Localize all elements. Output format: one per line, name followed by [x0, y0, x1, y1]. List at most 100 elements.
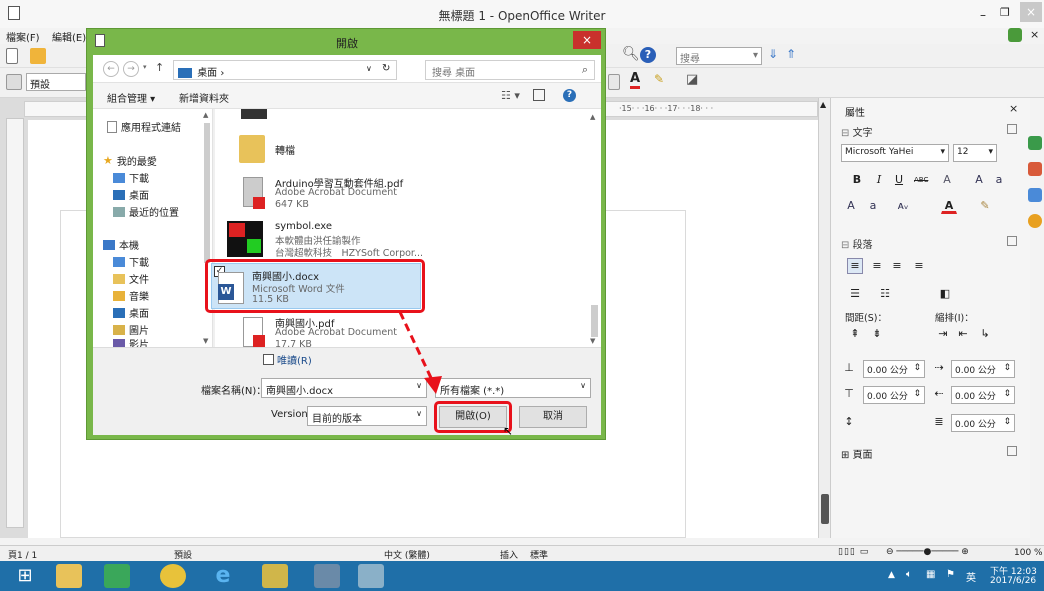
nav-scroll-thumb[interactable]: [204, 123, 210, 263]
above-spacing-input[interactable]: 0.00 公分 ⇕: [863, 360, 925, 378]
list-scroll-up-icon[interactable]: ▲: [590, 113, 595, 121]
selection-mode-indicator[interactable]: 標準: [530, 548, 548, 561]
nav-item-documents[interactable]: 文件: [113, 271, 149, 286]
subscript-icon[interactable]: a: [865, 198, 881, 214]
nav-item-recent[interactable]: 最近的位置: [113, 204, 179, 219]
nav-item-pc-desktop[interactable]: 桌面: [113, 305, 149, 320]
up-icon[interactable]: ↑: [155, 61, 164, 74]
forward-icon[interactable]: →: [123, 61, 139, 77]
bullets-icon[interactable]: ☰: [847, 286, 863, 302]
network-icon[interactable]: ▦: [926, 569, 935, 580]
navigator-deck-icon[interactable]: [1028, 214, 1042, 228]
strikethrough-icon[interactable]: ABC: [913, 172, 929, 188]
font-size-select[interactable]: 12 ▾: [953, 144, 997, 162]
line-spacing-icon[interactable]: ↕: [841, 414, 857, 430]
scroll-up-icon[interactable]: ▲: [820, 100, 826, 109]
dialog-title-bar[interactable]: 開啟 ×: [87, 29, 607, 53]
vertical-ruler[interactable]: [6, 118, 24, 528]
superscript-icon[interactable]: A: [843, 198, 859, 214]
open-folder-icon[interactable]: [30, 48, 46, 64]
file-explorer-icon[interactable]: [56, 564, 82, 588]
preview-pane-icon[interactable]: [533, 89, 545, 101]
dialog-help-icon[interactable]: ?: [563, 89, 576, 102]
highlight-sidebar-icon[interactable]: ✎: [977, 198, 993, 214]
first-line-input[interactable]: 0.00 公分 ⇕: [951, 414, 1015, 432]
find-input[interactable]: 搜尋 ▾: [676, 47, 762, 65]
highlight-icon[interactable]: ✎: [654, 72, 664, 86]
nav-item-app-links[interactable]: 應用程式連結: [107, 119, 181, 134]
nav-item-music[interactable]: 音樂: [113, 288, 149, 303]
below-spacing-input[interactable]: 0.00 公分 ⇕: [863, 386, 925, 404]
list-scroll-down-icon[interactable]: ▼: [590, 337, 595, 345]
show-hidden-icons[interactable]: ▲: [888, 570, 895, 580]
openoffice-taskbar-icon[interactable]: [358, 564, 384, 588]
refresh-icon[interactable]: ↻: [382, 63, 390, 74]
close-window-icon[interactable]: ×: [1020, 2, 1042, 22]
zoom-level[interactable]: 100 %: [1014, 548, 1043, 558]
more-paragraph-icon[interactable]: [1007, 236, 1017, 246]
document-scrollbar[interactable]: ▲: [818, 98, 830, 538]
grow-font-icon[interactable]: A: [971, 172, 987, 188]
paragraph-style-select[interactable]: 預設: [26, 73, 86, 91]
restore-icon[interactable]: ❐: [1000, 6, 1010, 19]
help-icon[interactable]: ?: [640, 47, 656, 63]
hanging-indent-icon[interactable]: ↳: [977, 326, 993, 342]
align-icon[interactable]: [608, 74, 620, 90]
paragraph-bg-icon[interactable]: ◧: [937, 286, 953, 302]
nav-item-downloads[interactable]: 下載: [113, 170, 149, 185]
list-scroll-thumb[interactable]: [591, 305, 598, 337]
align-right-icon[interactable]: ≡: [889, 258, 905, 274]
indent-before-input[interactable]: 0.00 公分 ⇕: [951, 360, 1015, 378]
align-left-icon[interactable]: ≡: [847, 258, 863, 274]
indent-increase-icon[interactable]: ⇥: [935, 326, 951, 342]
shrink-font-icon[interactable]: a: [991, 172, 1007, 188]
minimize-icon[interactable]: –: [980, 8, 986, 22]
spacing-icon[interactable]: ᴀᵥ: [895, 198, 911, 214]
section-paragraph-header[interactable]: 段落: [841, 236, 873, 251]
app-grid-icon[interactable]: [262, 564, 288, 588]
align-justify-icon[interactable]: ≡: [911, 258, 927, 274]
view-options-icon[interactable]: ☷ ▾: [501, 89, 520, 102]
numbering-icon[interactable]: ☷: [877, 286, 893, 302]
new-document-icon[interactable]: [6, 48, 18, 64]
styles-icon[interactable]: [6, 74, 22, 90]
section-page-header[interactable]: ⊞ 頁面: [841, 446, 873, 461]
cancel-button[interactable]: 取消: [519, 406, 587, 428]
gallery-deck-icon[interactable]: [1028, 188, 1042, 202]
find-icon[interactable]: 🔍︎: [622, 46, 640, 62]
find-next-icon[interactable]: ⇓: [768, 47, 778, 61]
version-dropdown-icon[interactable]: ∨: [416, 409, 422, 418]
language-indicator[interactable]: 中文 (繁體): [384, 548, 430, 561]
dialog-close-button[interactable]: ×: [573, 31, 601, 49]
organize-button[interactable]: 組合管理 ▾: [107, 90, 155, 105]
close-sidebar-icon[interactable]: ×: [1009, 102, 1018, 115]
list-item[interactable]: Arduino學習互動套件組.pdf Adobe Acrobat Documen…: [239, 173, 539, 213]
back-icon[interactable]: ←: [103, 61, 119, 77]
styles-deck-icon[interactable]: [1028, 162, 1042, 176]
address-breadcrumb[interactable]: 桌面: [197, 68, 217, 79]
align-center-icon[interactable]: ≡: [869, 258, 885, 274]
readonly-option[interactable]: 唯讀(R): [263, 352, 312, 367]
bold-icon[interactable]: B: [849, 172, 865, 188]
new-folder-button[interactable]: 新增資料夾: [179, 90, 229, 105]
zoom-slider[interactable]: ⊖ ─────●───── ⊕: [886, 547, 969, 557]
view-layout-icon[interactable]: ▯▯▯ ▭: [838, 547, 869, 557]
indent-after-input[interactable]: 0.00 公分 ⇕: [951, 386, 1015, 404]
recent-locations-icon[interactable]: ▾: [143, 63, 147, 71]
font-name-select[interactable]: Microsoft YaHei ▾: [841, 144, 949, 162]
menu-edit[interactable]: 編輯(E): [52, 29, 86, 44]
properties-deck-icon[interactable]: [1028, 136, 1042, 150]
nav-scroll-up-icon[interactable]: ▲: [203, 111, 208, 119]
page-nav-icon[interactable]: [821, 494, 829, 524]
page-style-indicator[interactable]: 預設: [174, 548, 192, 561]
nav-item-pc-downloads[interactable]: 下載: [113, 254, 149, 269]
readonly-checkbox[interactable]: [263, 354, 274, 365]
filetype-dropdown-icon[interactable]: ∨: [580, 381, 586, 390]
italic-icon[interactable]: I: [871, 172, 887, 188]
internet-explorer-icon[interactable]: e: [210, 564, 236, 588]
dialog-search-input[interactable]: 搜尋 桌面 ⌕: [425, 60, 595, 80]
find-previous-icon[interactable]: ⇑: [786, 47, 796, 61]
nav-item-favorites[interactable]: ★ 我的最愛: [103, 153, 157, 168]
font-color-icon[interactable]: A: [630, 72, 641, 89]
nav-item-pictures[interactable]: 圖片: [113, 322, 149, 337]
